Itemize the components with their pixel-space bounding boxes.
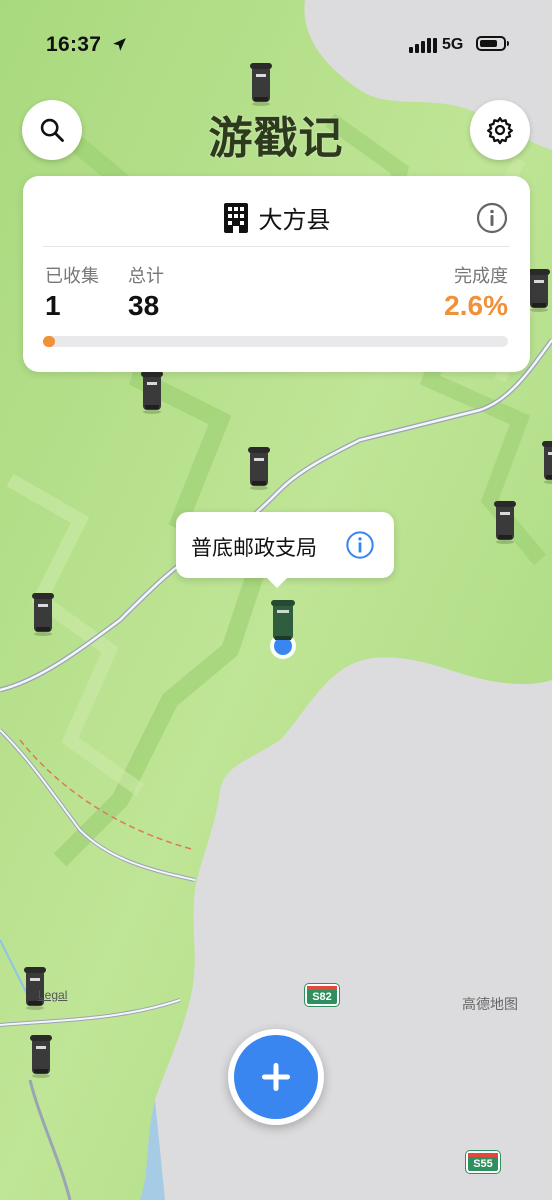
mailbox-icon: [528, 269, 550, 312]
county-stats-card: 大方县 已收集 1 总计 38 完成度 2.6%: [23, 176, 530, 372]
post-office-name: 普底邮政支局: [191, 537, 317, 560]
selected-mailbox-marker[interactable]: [267, 598, 299, 662]
progress-fill: [43, 336, 56, 347]
mailbox-icon: [270, 600, 296, 659]
collected-label: 已收集: [45, 266, 99, 286]
network-type: 5G: [442, 36, 464, 53]
mailbox-icon: [30, 1035, 52, 1078]
settings-button[interactable]: [470, 100, 530, 160]
mailbox-marker[interactable]: [32, 592, 54, 641]
battery-icon: [476, 36, 509, 51]
mailbox-icon: [248, 447, 270, 490]
map-provider-label: 高德地图: [462, 996, 518, 1012]
progress-bar: [43, 336, 508, 347]
highway-shield: S82: [305, 984, 339, 1006]
total-value: 38: [128, 290, 160, 321]
status-bar: 16:37 5G: [0, 0, 552, 80]
completion-value: 2.6%: [444, 290, 508, 321]
building-icon: [223, 202, 248, 233]
info-icon[interactable]: [476, 202, 508, 234]
mailbox-marker[interactable]: [248, 446, 270, 495]
highway-label: S55: [473, 1158, 493, 1170]
status-time: 16:37: [46, 33, 102, 56]
info-icon[interactable]: [345, 530, 375, 560]
completion-label: 完成度: [454, 266, 508, 286]
app-title: 游戳记: [208, 113, 344, 164]
mailbox-icon: [141, 371, 163, 414]
add-button[interactable]: [228, 1029, 324, 1125]
add-button-inner: [234, 1035, 318, 1119]
county-name: 大方县: [258, 207, 331, 234]
county-header: 大方县: [23, 200, 530, 235]
location-arrow-icon: [113, 38, 126, 51]
mailbox-marker[interactable]: [542, 440, 552, 489]
mailbox-marker[interactable]: [141, 370, 163, 419]
plus-icon: [262, 1063, 290, 1091]
highway-shield: S55: [466, 1151, 500, 1173]
mailbox-marker[interactable]: [494, 500, 516, 549]
collected-value: 1: [45, 290, 61, 321]
divider: [43, 246, 510, 247]
mailbox-icon: [494, 501, 516, 544]
post-office-callout[interactable]: 普底邮政支局: [176, 512, 394, 588]
mailbox-marker[interactable]: [30, 1034, 52, 1083]
mailbox-icon: [32, 593, 54, 636]
legal-link[interactable]: Legal: [38, 988, 67, 1002]
highway-label: S82: [312, 991, 332, 1003]
mailbox-icon: [542, 441, 552, 484]
total-label: 总计: [128, 266, 164, 286]
gear-icon: [487, 117, 513, 145]
mailbox-marker[interactable]: [528, 268, 550, 317]
signal-icon: [409, 38, 437, 53]
